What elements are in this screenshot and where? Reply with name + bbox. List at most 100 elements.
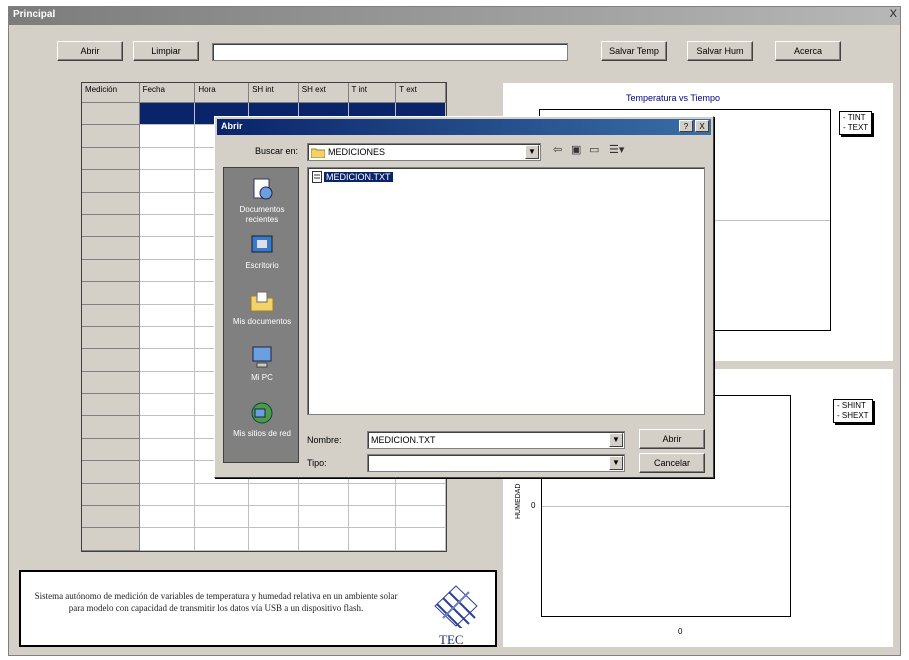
table-cell[interactable] [139,103,196,126]
row-header[interactable] [82,125,140,148]
table-cell[interactable] [195,506,250,529]
table-cell[interactable] [298,528,349,551]
place-desktop[interactable]: Escritorio [224,232,300,271]
table-cell[interactable] [195,528,250,551]
row-header[interactable] [82,170,140,193]
row-header[interactable] [82,349,140,372]
table-cell[interactable] [195,483,250,507]
row-header[interactable] [82,304,140,327]
dialog-open-button[interactable]: Abrir [639,429,705,449]
close-icon[interactable]: X [890,8,897,20]
save-hum-button[interactable]: Salvar Hum [687,41,753,61]
table-row[interactable] [82,506,446,529]
place-my-documents[interactable]: Mis documentos [224,288,300,327]
table-cell[interactable] [139,304,196,327]
file-item[interactable]: MEDICION.TXT [312,171,393,183]
table-cell[interactable] [139,483,196,507]
chevron-down-icon[interactable]: ▼ [609,433,623,447]
help-icon[interactable]: ? [679,120,693,132]
dialog-cancel-button[interactable]: Cancelar [639,453,705,473]
row-header[interactable] [82,237,140,260]
chevron-down-icon[interactable]: ▼ [525,145,539,159]
row-header[interactable] [82,394,140,417]
table-cell[interactable] [139,237,196,260]
row-header[interactable] [82,483,140,507]
place-recent[interactable]: Documentos recientes [224,176,300,225]
row-header[interactable] [82,371,140,395]
table-cell[interactable] [139,416,196,439]
table-row[interactable] [82,483,446,507]
place-my-computer[interactable]: Mi PC [224,344,300,383]
col-header[interactable]: T int [348,83,397,103]
dialog-title: Abrir [221,121,243,131]
file-path-field[interactable] [212,43,568,61]
close-icon[interactable]: X [695,120,709,132]
table-cell[interactable] [139,528,196,551]
table-cell[interactable] [396,528,446,551]
row-header[interactable] [82,147,140,171]
table-cell[interactable] [348,528,397,551]
open-button[interactable]: Abrir [57,41,123,61]
new-folder-icon[interactable]: ▭ [589,143,599,156]
row-header[interactable] [82,438,140,462]
table-cell[interactable] [139,326,196,350]
table-cell[interactable] [139,506,196,529]
row-header[interactable] [82,461,140,484]
table-cell[interactable] [249,483,299,507]
table-row[interactable] [82,528,446,551]
row-header[interactable] [82,214,140,238]
table-cell[interactable] [139,192,196,215]
row-header[interactable] [82,103,140,126]
row-header[interactable] [82,506,140,529]
filename-label: Nombre: [307,435,342,445]
view-menu-icon[interactable]: ☰▾ [609,143,624,156]
table-cell[interactable] [139,214,196,238]
filetype-label: Tipo: [307,458,327,468]
col-header[interactable]: T ext [396,83,446,103]
table-cell[interactable] [348,483,397,507]
row-header[interactable] [82,326,140,350]
col-header[interactable]: SH ext [298,83,349,103]
col-header[interactable]: Medición [82,83,140,103]
chevron-down-icon[interactable]: ▼ [609,456,623,470]
clear-button[interactable]: Limpiar [133,41,199,61]
look-in-select[interactable]: MEDICIONES ▼ [307,143,541,161]
about-button[interactable]: Acerca [775,41,841,61]
table-cell[interactable] [139,147,196,171]
file-list[interactable]: MEDICION.TXT [307,167,705,415]
back-icon[interactable]: ⇦ [553,143,562,156]
table-cell[interactable] [139,259,196,283]
filetype-select[interactable]: ▼ [367,454,625,472]
col-header[interactable]: SH int [249,83,299,103]
row-header[interactable] [82,192,140,215]
table-cell[interactable] [139,438,196,462]
table-cell[interactable] [139,461,196,484]
table-cell[interactable] [298,483,349,507]
table-cell[interactable] [396,483,446,507]
place-network[interactable]: Mis sitios de red [224,400,300,439]
table-cell[interactable] [139,371,196,395]
table-cell[interactable] [139,394,196,417]
col-header[interactable]: Fecha [139,83,196,103]
temp-legend: - TINT - TEXT [839,111,873,135]
table-cell[interactable] [348,506,397,529]
tec-logo-icon [434,585,478,628]
table-cell[interactable] [249,528,299,551]
table-cell[interactable] [298,506,349,529]
row-header[interactable] [82,259,140,283]
row-header[interactable] [82,416,140,439]
row-header[interactable] [82,282,140,305]
row-header[interactable] [82,528,140,551]
table-cell[interactable] [139,170,196,193]
filename-input[interactable]: MEDICION.TXT ▼ [367,431,625,449]
save-temp-button[interactable]: Salvar Temp [601,41,667,61]
look-in-label: Buscar en: [255,146,299,156]
col-header[interactable]: Hora [195,83,250,103]
table-cell[interactable] [139,125,196,148]
table-cell[interactable] [396,506,446,529]
look-in-value: MEDICIONES [328,147,386,157]
table-cell[interactable] [139,282,196,305]
table-cell[interactable] [249,506,299,529]
up-folder-icon[interactable]: ▣ [571,143,581,156]
table-cell[interactable] [139,349,196,372]
